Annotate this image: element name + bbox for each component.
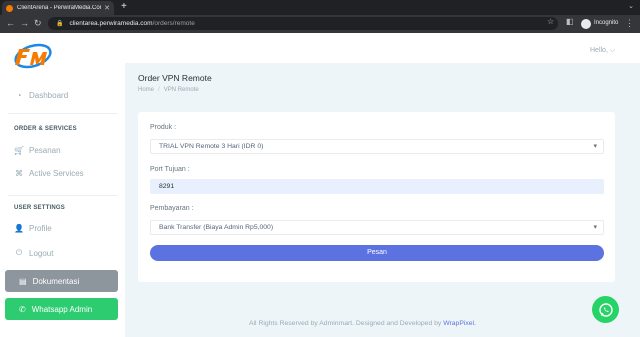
whatsapp-float-button[interactable]	[592, 296, 619, 323]
divider	[8, 113, 118, 114]
sidebar-item-label: Active Services	[29, 169, 84, 178]
product-select[interactable]: TRIAL VPN Remote 3 Hari (IDR 0)	[150, 139, 604, 154]
url-path: /orders/remote	[152, 20, 195, 27]
puzzle-icon: ⌘	[15, 169, 23, 178]
incognito-icon[interactable]	[581, 19, 591, 29]
breadcrumb-home[interactable]: Home	[138, 87, 154, 93]
footer: All Rights Reserved by Adminmart. Design…	[249, 320, 476, 327]
sidepanel-icon[interactable]: ◧	[566, 17, 574, 26]
payment-label: Pembayaran :	[150, 205, 194, 212]
breadcrumb-current: VPN Remote	[163, 87, 199, 93]
url-host: clientarea.perwiramedia.com	[69, 20, 153, 27]
star-icon[interactable]: ☆	[547, 17, 554, 26]
sidebar-item-label: Profile	[29, 224, 52, 233]
browser-tabbar: ClientArena - PerwiraMedia.Com ✕ + ⌄	[0, 0, 640, 15]
payment-select[interactable]: Bank Transfer (Biaya Admin Rp5,000)	[150, 220, 604, 235]
section-heading-orders: ORDER & SERVICES	[14, 126, 77, 132]
product-label: Produk :	[150, 124, 177, 131]
sidebar-item-pesanan[interactable]: 🛒 Pesanan	[14, 146, 61, 155]
menu-icon[interactable]: ⋮	[625, 18, 634, 29]
sidebar-item-logout[interactable]: ⏻ Logout	[14, 248, 54, 258]
whatsapp-admin-button[interactable]: ✆ Whatsapp Admin	[5, 298, 118, 320]
reload-icon[interactable]: ↻	[34, 18, 42, 29]
page-title: Order VPN Remote	[138, 73, 212, 83]
section-heading-user: USER SETTINGS	[14, 205, 65, 211]
forward-icon[interactable]: →	[20, 18, 29, 29]
sidebar-item-active-services[interactable]: ⌘ Active Services	[14, 169, 84, 178]
documentation-label: Dokumentasi	[32, 276, 80, 286]
whatsapp-icon	[598, 302, 613, 317]
breadcrumb-separator: /	[158, 87, 160, 93]
port-label: Port Tujuan :	[150, 166, 190, 173]
tab-search-icon[interactable]: ⌄	[628, 2, 634, 10]
divider	[8, 195, 118, 196]
cart-icon: 🛒	[14, 146, 24, 155]
back-icon[interactable]: ←	[6, 18, 15, 29]
user-icon: 👤	[14, 224, 24, 233]
lock-icon: 🔒	[56, 21, 64, 27]
gauge-icon: ◔	[16, 91, 22, 100]
port-input[interactable]: 8291	[150, 179, 604, 194]
new-tab-button[interactable]: +	[121, 1, 127, 13]
whatsapp-admin-label: Whatsapp Admin	[31, 304, 93, 314]
tab-title: ClientArena - PerwiraMedia.Com	[17, 5, 102, 11]
browser-toolbar: ← → ↻ 🔒 clientarea.perwiramedia.com /ord…	[0, 15, 640, 33]
user-menu[interactable]: Hello, ⌵	[590, 47, 615, 55]
sidebar-item-label: Pesanan	[29, 146, 61, 155]
sidebar-item-profile[interactable]: 👤 Profile	[14, 224, 52, 233]
order-submit-button[interactable]: Pesan	[150, 245, 604, 261]
sidebar-item-label: Logout	[29, 248, 54, 258]
sidebar: ◔ Dashboard ORDER & SERVICES 🛒 Pesanan ⌘…	[0, 33, 125, 337]
topbar	[125, 33, 640, 63]
favicon-icon	[6, 4, 13, 12]
browser-tab[interactable]: ClientArena - PerwiraMedia.Com ✕	[2, 1, 114, 15]
whatsapp-icon: ✆	[19, 304, 26, 314]
documentation-button[interactable]: ▤ Dokumentasi	[5, 270, 118, 292]
profile-label[interactable]: Incognito	[594, 20, 618, 26]
footer-link[interactable]: WrapPixel.	[443, 320, 476, 327]
sidebar-item-label: Dashboard	[29, 91, 69, 100]
order-form-card: Produk : TRIAL VPN Remote 3 Hari (IDR 0)…	[138, 112, 615, 282]
book-icon: ▤	[19, 276, 27, 286]
power-icon: ⏻	[15, 248, 23, 257]
footer-text: All Rights Reserved by Adminmart. Design…	[249, 320, 444, 327]
tab-close-icon[interactable]: ✕	[104, 4, 110, 12]
address-bar[interactable]: 🔒 clientarea.perwiramedia.com /orders/re…	[48, 17, 558, 30]
breadcrumb: Home / VPN Remote	[138, 87, 199, 93]
brand-logo[interactable]	[12, 39, 54, 73]
sidebar-item-dashboard[interactable]: ◔ Dashboard	[14, 91, 69, 100]
